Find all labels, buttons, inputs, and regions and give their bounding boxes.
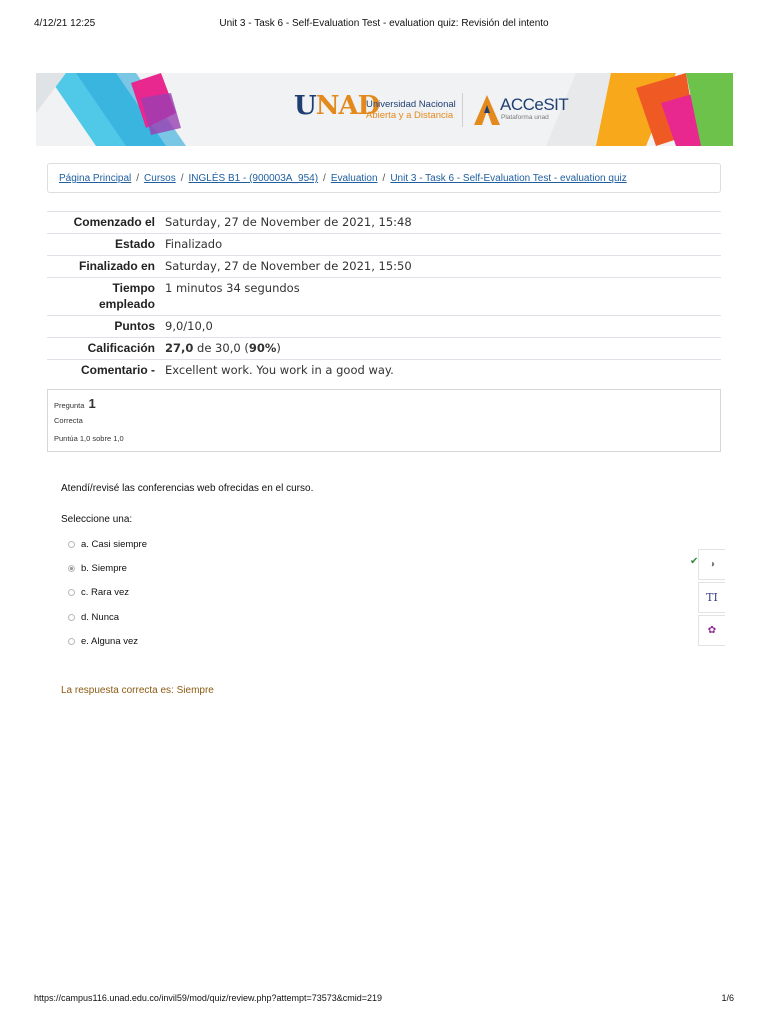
breadcrumb-evaluation[interactable]: Evaluation xyxy=(331,173,378,184)
breadcrumb-quiz[interactable]: Unit 3 - Task 6 - Self-Evaluation Test -… xyxy=(390,173,626,184)
grade-value: 27,0 de 30,0 (90%) xyxy=(165,337,721,360)
finished-label: Finalizado en xyxy=(47,255,165,278)
radio-button[interactable] xyxy=(68,613,75,621)
page-url: https://campus116.unad.edu.co/invil59/mo… xyxy=(34,993,383,1003)
points-label: Puntos xyxy=(47,315,165,338)
points-value: 9,0/10,0 xyxy=(165,315,721,338)
answer-option[interactable]: a. Casi siempre xyxy=(68,532,147,556)
summary-row-finished: Finalizado en Saturday, 27 de November d… xyxy=(47,255,721,278)
answer-options: a. Casi siempre b. Siempre c. Rara vez d… xyxy=(68,532,147,653)
answer-prompt: Seleccione una: xyxy=(61,514,133,525)
breadcrumb: Página Principal / Cursos / INGLÉS B1 - (900… xyxy=(47,163,721,193)
question-number: Pregunta 1 xyxy=(54,396,96,411)
summary-row-points: Puntos 9,0/10,0 xyxy=(47,315,721,338)
breadcrumb-courses[interactable]: Cursos xyxy=(144,173,176,184)
color-picker-icon[interactable]: ✿ xyxy=(698,615,725,646)
comment-label: Comentario - xyxy=(47,359,165,381)
question-text: Atendí/revisé las conferencias web ofrec… xyxy=(61,483,314,494)
summary-row-time: Tiempo empleado 1 minutos 34 segundos xyxy=(47,277,721,316)
started-label: Comenzado el xyxy=(47,211,165,234)
state-label: Estado xyxy=(47,233,165,256)
finished-value: Saturday, 27 de November de 2021, 15:50 xyxy=(165,255,721,278)
print-footer: https://campus116.unad.edu.co/invil59/mo… xyxy=(0,993,768,1005)
answer-option[interactable]: e. Alguna vez xyxy=(68,629,147,653)
answer-option[interactable]: d. Nunca xyxy=(68,605,147,629)
answer-option[interactable]: c. Rara vez xyxy=(68,581,147,605)
accessibility-sidebar: ◑ TI ✿ xyxy=(698,549,726,646)
page-number: 1/6 xyxy=(721,993,734,1003)
breadcrumb-course[interactable]: INGLÉS B1 - (900003A_954) xyxy=(189,173,319,184)
answer-option-selected[interactable]: b. Siempre xyxy=(68,556,147,580)
correct-answer-feedback: La respuesta correcta es: Siempre xyxy=(61,685,214,696)
state-value: Finalizado xyxy=(165,233,721,256)
summary-row-grade: Calificación 27,0 de 30,0 (90%) xyxy=(47,337,721,360)
grade-label: Calificación xyxy=(47,337,165,360)
time-value: 1 minutos 34 segundos xyxy=(165,277,721,316)
breadcrumb-home[interactable]: Página Principal xyxy=(59,173,131,184)
question-grade: Puntúa 1,0 sobre 1,0 xyxy=(54,434,124,443)
breadcrumb-separator: / xyxy=(323,173,326,184)
print-header: 4/12/21 12:25 Unit 3 - Task 6 - Self-Eva… xyxy=(0,18,768,32)
summary-row-state: Estado Finalizado xyxy=(47,233,721,256)
radio-button[interactable] xyxy=(68,540,75,548)
breadcrumb-separator: / xyxy=(180,173,184,184)
contrast-icon[interactable]: ◑ xyxy=(698,549,725,580)
radio-button[interactable] xyxy=(68,589,75,597)
summary-row-comment: Comentario - Excellent work. You work in… xyxy=(47,359,721,381)
comment-value: Excellent work. You work in a good way. xyxy=(165,359,721,381)
radio-button-selected[interactable] xyxy=(68,564,75,572)
breadcrumb-separator: / xyxy=(136,173,140,184)
site-banner: UNAD Universidad Nacional Abierta y a Di… xyxy=(36,73,733,146)
radio-button[interactable] xyxy=(68,637,75,645)
logo-divider xyxy=(462,93,463,127)
time-label: Tiempo empleado xyxy=(47,277,165,316)
accesit-subtitle: Plataforma unad xyxy=(501,114,549,121)
attempt-summary-table: Comenzado el Saturday, 27 de November de… xyxy=(47,211,721,381)
summary-row-started: Comenzado el Saturday, 27 de November de… xyxy=(47,211,721,234)
accesit-logo-mark xyxy=(474,95,500,125)
print-title: Unit 3 - Task 6 - Self-Evaluation Test -… xyxy=(219,18,549,29)
started-value: Saturday, 27 de November de 2021, 15:48 xyxy=(165,211,721,234)
university-name: Universidad Nacional Abierta y a Distanc… xyxy=(366,99,456,121)
accesit-logo: ACCeSIT xyxy=(500,95,569,114)
breadcrumb-separator: / xyxy=(382,173,386,184)
question-state: Correcta xyxy=(54,416,83,425)
question-info-box: Pregunta 1 Correcta Puntúa 1,0 sobre 1,0 xyxy=(47,389,721,452)
text-size-icon[interactable]: TI xyxy=(698,582,725,613)
